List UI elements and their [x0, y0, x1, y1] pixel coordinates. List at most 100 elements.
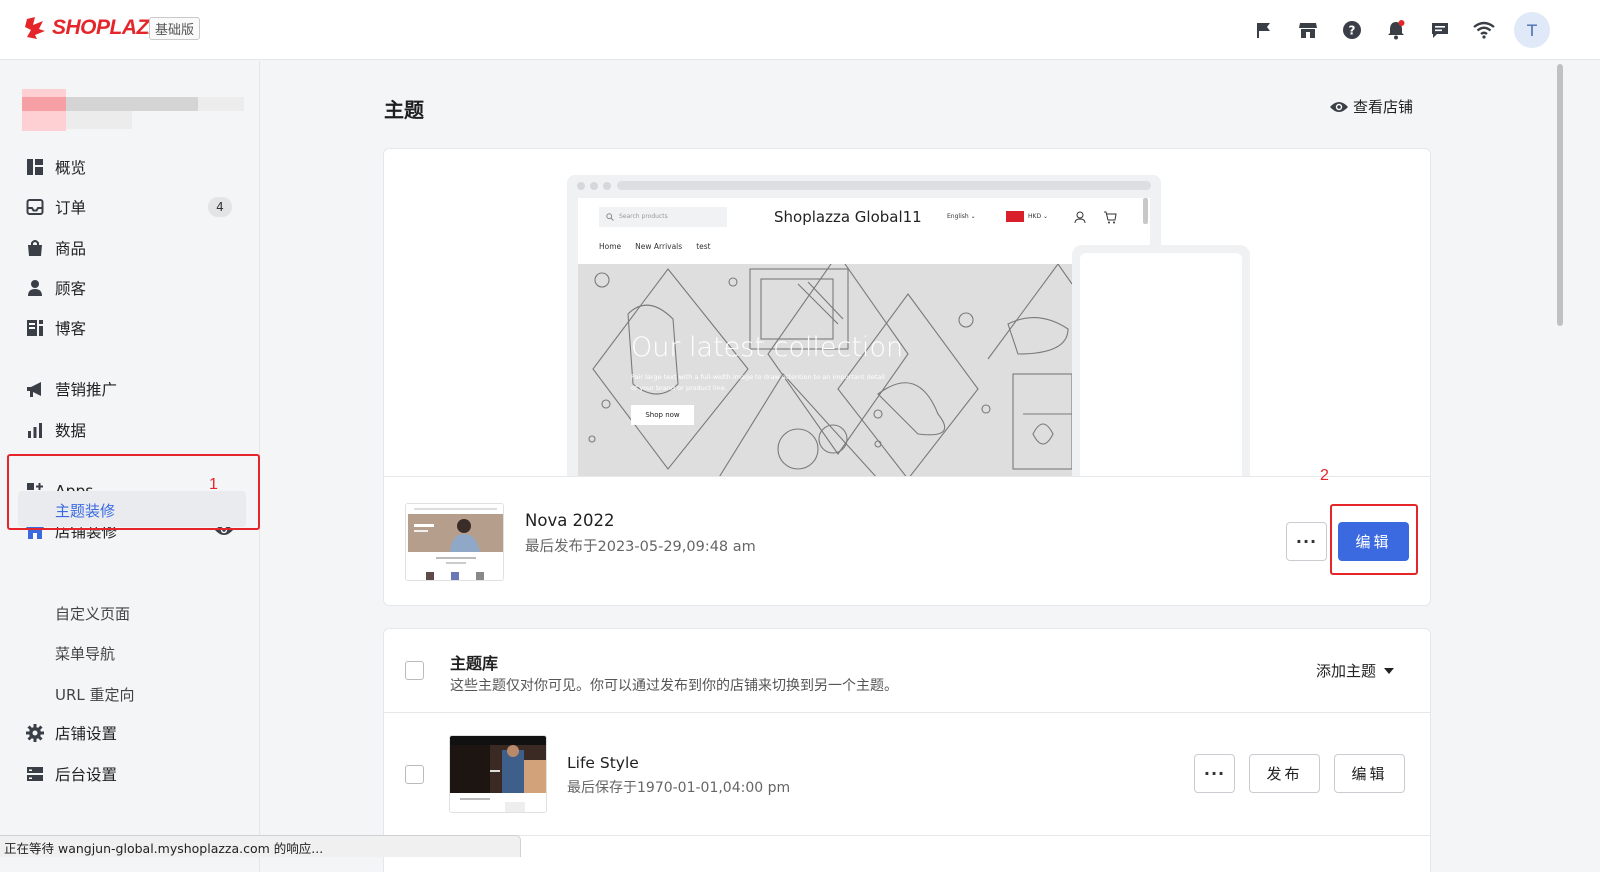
person-icon: [24, 277, 46, 299]
annotation-box-1: [7, 454, 260, 530]
sidebar-subitem-url-redirect[interactable]: URL 重定向: [55, 684, 135, 705]
preview-nav-item: test: [696, 242, 711, 251]
help-icon[interactable]: ?: [1330, 10, 1374, 50]
store-name-blurred[interactable]: [22, 89, 244, 131]
preview-shop-now-button: Shop now: [631, 405, 694, 425]
sidebar-item-marketing[interactable]: 营销推广: [18, 371, 246, 407]
preview-store-title: Shoplazza Global11: [774, 208, 922, 226]
preview-currency-label: HKD: [1028, 213, 1042, 220]
blog-icon: [24, 317, 46, 339]
store-preview-site: Search products Shoplazza Global11 Engli…: [578, 198, 1150, 476]
server-icon: [24, 763, 46, 785]
top-bar: SHOPLAZZA 基础版 ? T: [0, 0, 1600, 60]
logo-mark-icon: [25, 17, 45, 39]
preview-language: English ⌄: [947, 213, 976, 220]
annotation-box-2: [1330, 504, 1418, 575]
sidebar-item-overview[interactable]: 概览: [18, 149, 246, 185]
sidebar-item-label: 数据: [55, 422, 87, 440]
preview-language-label: English: [947, 213, 969, 220]
preview-nav-item: New Arrivals: [635, 242, 683, 251]
chat-icon[interactable]: [1418, 10, 1462, 50]
sidebar-item-blog[interactable]: 博客: [18, 310, 246, 346]
sidebar-item-analytics[interactable]: 数据: [18, 412, 246, 448]
eye-icon: [1330, 101, 1348, 112]
sidebar-item-admin-settings[interactable]: 后台设置: [18, 756, 246, 792]
browser-status-bar: 正在等待 wangjun-global.myshoplazza.com 的响应.…: [0, 835, 521, 857]
megaphone-icon: [24, 378, 46, 400]
sidebar-item-customers[interactable]: 顾客: [18, 270, 246, 306]
nova-theme-thumbnail[interactable]: [405, 503, 504, 581]
preview-currency: HKD ⌄: [1006, 211, 1048, 222]
library-theme-more-button[interactable]: ···: [1194, 754, 1235, 793]
avatar[interactable]: T: [1514, 12, 1550, 48]
bar-chart-icon: [24, 419, 46, 441]
add-theme-dropdown[interactable]: 添加主题: [1316, 660, 1395, 681]
divider: [384, 712, 1430, 713]
annotation-label-1: 1: [209, 476, 218, 493]
sidebar-item-label: 商品: [55, 240, 87, 258]
plan-badge: 基础版: [149, 17, 201, 40]
preview-hero-heading: Our latest collection: [631, 332, 904, 363]
annotation-label-2: 2: [1320, 467, 1329, 484]
theme-preview[interactable]: Search products Shoplazza Global11 Engli…: [384, 149, 1430, 477]
theme-row-checkbox[interactable]: [405, 765, 424, 784]
sidebar-item-store-settings[interactable]: 店铺设置: [18, 715, 246, 751]
scrollbar-thumb[interactable]: [1557, 64, 1563, 326]
view-store-label: 查看店铺: [1353, 98, 1414, 116]
orders-count-badge: 4: [208, 197, 232, 217]
current-theme-more-button[interactable]: ···: [1286, 522, 1327, 561]
page-scrollbar[interactable]: [1555, 62, 1565, 872]
current-theme-card: Search products Shoplazza Global11 Engli…: [383, 148, 1431, 606]
current-theme-name: Nova 2022: [525, 511, 615, 530]
window-dot: [577, 182, 585, 190]
flag-icon[interactable]: [1242, 10, 1286, 50]
add-theme-label: 添加主题: [1316, 662, 1377, 680]
sidebar-item-label: 后台设置: [55, 766, 118, 784]
cart-icon: [1104, 211, 1117, 224]
hero-line-art: [588, 264, 1072, 476]
sidebar-item-label: 店铺设置: [55, 725, 118, 743]
account-icon: [1074, 211, 1086, 224]
sidebar-item-label: 博客: [55, 320, 87, 338]
view-store-link[interactable]: 查看店铺: [1329, 96, 1413, 117]
preview-scrollbar: [1143, 198, 1148, 224]
select-all-checkbox[interactable]: [405, 661, 424, 680]
sidebar-item-products[interactable]: 商品: [18, 230, 246, 266]
divider: [384, 835, 1430, 836]
mobile-preview-screen: [1080, 253, 1242, 476]
sidebar-item-label: 概览: [55, 159, 87, 177]
library-theme-publish-button[interactable]: 发布: [1249, 754, 1320, 793]
sidebar-item-label: 订单: [55, 199, 87, 217]
wifi-icon[interactable]: [1462, 10, 1506, 50]
sidebar-subitem-menu-navigation[interactable]: 菜单导航: [55, 643, 115, 664]
nova-thumbnail-image: [406, 504, 503, 580]
preview-hero-text: Pair large text with a full-width image …: [631, 373, 885, 392]
svg-text:?: ?: [1349, 24, 1356, 38]
dashboard-icon: [24, 156, 46, 178]
preview-hero-banner: Our latest collection Pair large text wi…: [578, 264, 1072, 476]
library-theme-edit-button[interactable]: 编辑: [1334, 754, 1405, 793]
store-icon[interactable]: [1286, 10, 1330, 50]
sidebar-subitem-custom-pages[interactable]: 自定义页面: [55, 603, 130, 624]
preview-search-placeholder: Search products: [619, 213, 668, 220]
mobile-preview-frame: [1072, 245, 1250, 476]
url-bar: [617, 181, 1151, 190]
sidebar-item-label: 顾客: [55, 280, 87, 298]
library-theme-date: 最后保存于1970-01-01,04:00 pm: [567, 780, 791, 796]
bell-icon[interactable]: [1374, 10, 1418, 50]
inbox-icon: [24, 196, 46, 218]
lifestyle-theme-thumbnail[interactable]: [449, 735, 547, 813]
sidebar-item-orders[interactable]: 订单 4: [18, 189, 246, 225]
top-icons: ? T: [1242, 10, 1550, 50]
lifestyle-thumbnail-image: [450, 736, 546, 812]
theme-library-description: 这些主题仅对你可见。你可以通过发布到你的店铺来切换到另一个主题。: [450, 678, 898, 694]
window-dot: [590, 182, 598, 190]
gear-icon: [24, 722, 46, 744]
caret-down-icon: [1384, 667, 1395, 674]
preview-nav-item: Home: [599, 242, 622, 251]
window-dot: [603, 182, 611, 190]
current-theme-date: 最后发布于2023-05-29,09:48 am: [525, 539, 756, 555]
search-icon: [606, 213, 614, 221]
page-title: 主题: [384, 98, 424, 122]
theme-library-card: 主题库 这些主题仅对你可见。你可以通过发布到你的店铺来切换到另一个主题。 添加主…: [383, 628, 1431, 872]
